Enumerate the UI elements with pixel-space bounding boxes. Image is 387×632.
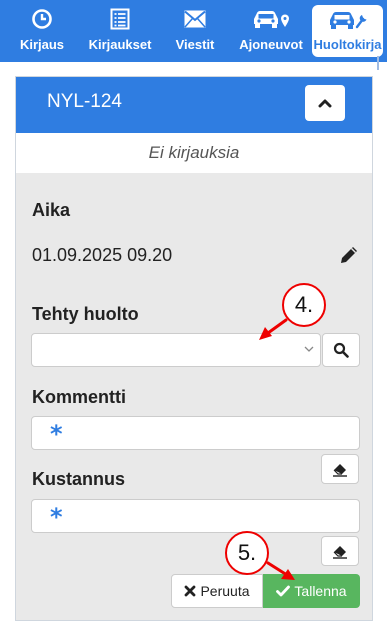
- clear-cost-button[interactable]: [321, 536, 359, 566]
- cancel-label: Peruuta: [200, 583, 250, 599]
- comment-input[interactable]: *: [31, 416, 360, 450]
- car-location-icon: [234, 8, 308, 30]
- chevron-up-icon: [318, 99, 332, 108]
- top-navigation: Kirjaus Kirjaukset Viestit Ajoneuvot Huo…: [0, 0, 387, 62]
- empty-state-row: Ei kirjauksia: [16, 133, 372, 173]
- close-icon: [185, 585, 196, 597]
- save-label: Tallenna: [294, 583, 347, 599]
- tab-kirjaukset-label: Kirjaukset: [88, 37, 152, 52]
- annotation-step-4: 4.: [282, 283, 326, 327]
- tab-viestit[interactable]: Viestit: [164, 0, 226, 62]
- tab-ajoneuvot[interactable]: Ajoneuvot: [234, 0, 308, 62]
- service-select[interactable]: [31, 333, 321, 367]
- tab-kirjaukset[interactable]: Kirjaukset: [84, 0, 156, 62]
- cost-input[interactable]: *: [31, 499, 360, 533]
- save-button[interactable]: Tallenna: [263, 574, 360, 608]
- collapse-button[interactable]: [305, 85, 345, 121]
- edit-time-button[interactable]: [338, 244, 362, 268]
- clock-icon: [8, 8, 76, 30]
- cancel-button[interactable]: Peruuta: [171, 574, 263, 608]
- check-icon: [276, 585, 291, 597]
- tab-kirjaus[interactable]: Kirjaus: [8, 0, 76, 62]
- tab-huoltokirja[interactable]: Huoltokirja: [312, 5, 383, 57]
- comment-label: Kommentti: [32, 387, 126, 407]
- tab-ajoneuvot-label: Ajoneuvot: [239, 37, 303, 52]
- pencil-icon: [341, 247, 357, 263]
- time-value: 01.09.2025 09.20: [32, 245, 173, 265]
- tab-kirjaus-label: Kirjaus: [19, 37, 65, 52]
- search-service-button[interactable]: [322, 333, 360, 367]
- scroll-indicator: [377, 56, 379, 70]
- list-icon: [84, 8, 156, 30]
- search-icon: [333, 342, 349, 358]
- service-book-panel: NYL-124 Ei kirjauksia Aika 01.09.2025 09…: [15, 76, 373, 621]
- annotation-step-5: 5.: [225, 531, 269, 575]
- car-wrench-icon: [312, 9, 383, 31]
- required-marker: *: [50, 420, 63, 448]
- chevron-down-icon: [304, 346, 314, 352]
- tab-huoltokirja-label: Huoltokirja: [313, 37, 382, 52]
- eraser-icon: [333, 464, 347, 477]
- service-label: Tehty huolto: [32, 304, 139, 324]
- required-marker: *: [50, 503, 63, 531]
- panel-header: NYL-124: [16, 77, 372, 133]
- vehicle-plate: NYL-124: [47, 91, 122, 112]
- eraser-icon: [333, 546, 347, 559]
- tab-viestit-label: Viestit: [175, 37, 215, 52]
- cost-label: Kustannus: [32, 469, 126, 489]
- envelope-icon: [164, 8, 226, 30]
- empty-state-text: Ei kirjauksia: [148, 143, 240, 162]
- clear-comment-button[interactable]: [321, 454, 359, 484]
- time-label: Aika: [32, 200, 71, 220]
